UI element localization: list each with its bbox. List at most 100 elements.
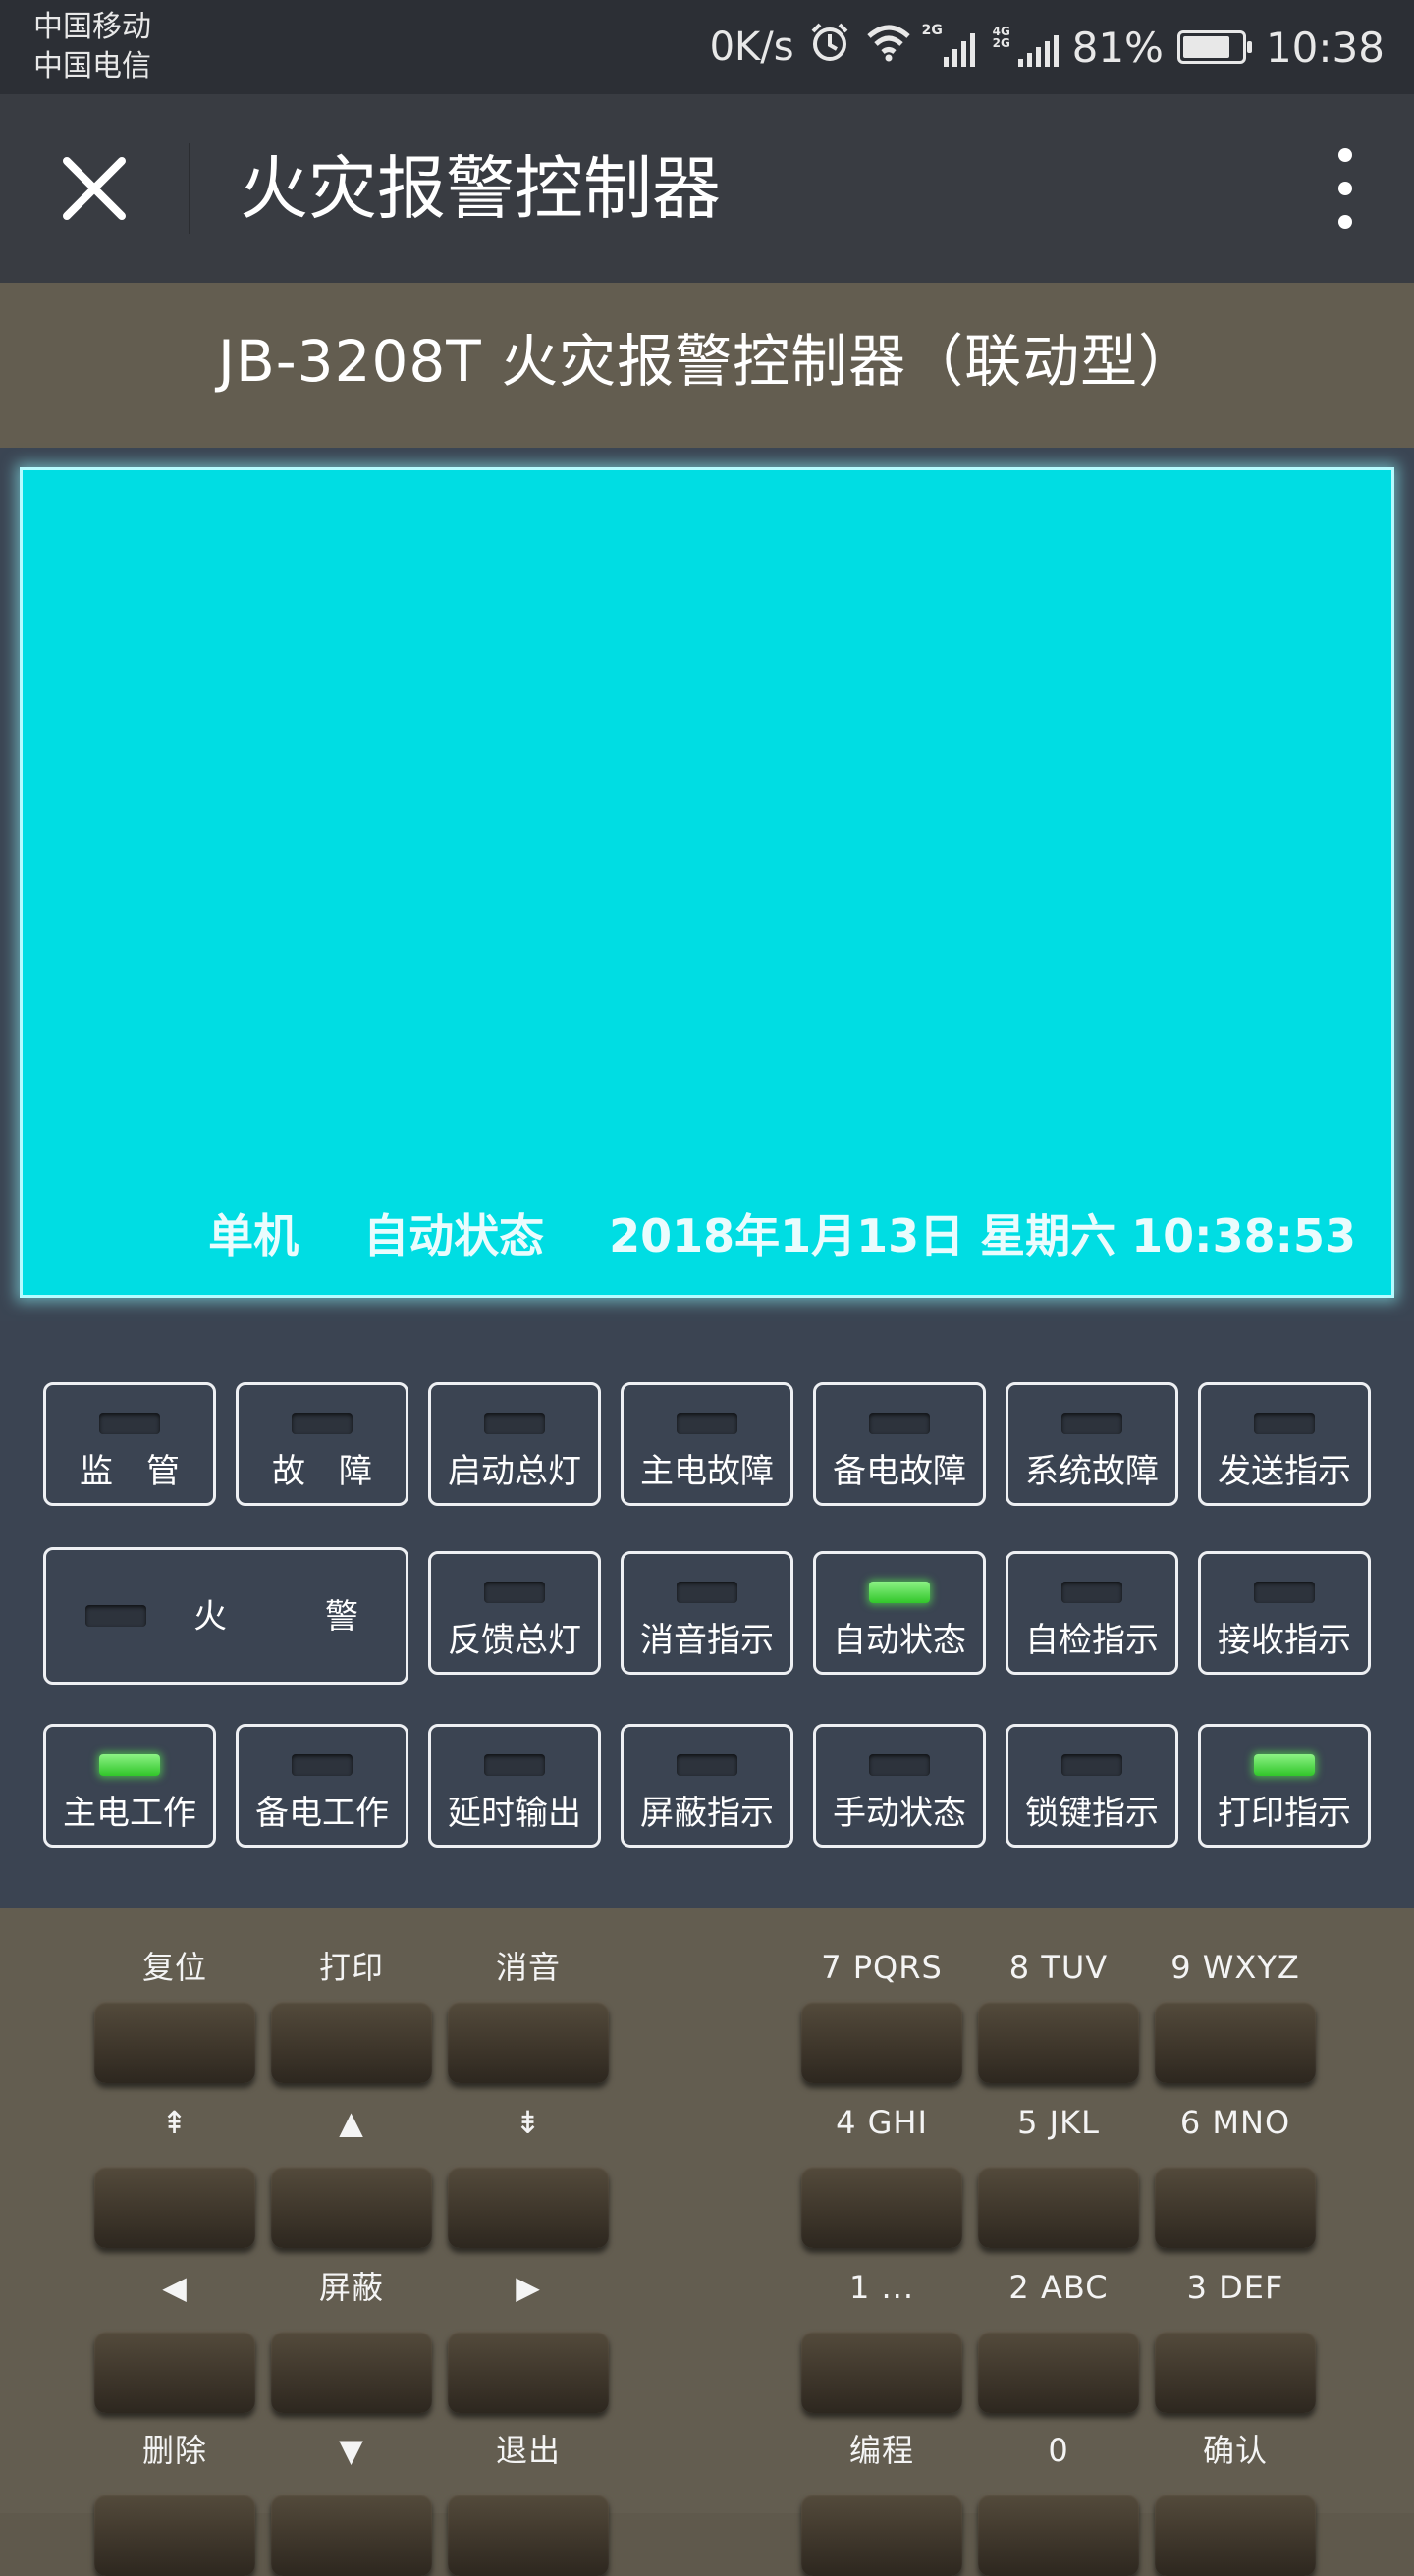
key-label: 1 ... (848, 2269, 915, 2306)
arrow-up-icon: ▲ (339, 2104, 364, 2141)
device-title: JB-3208T 火灾报警控制器（联动型） (217, 328, 1197, 395)
indicator-key-lock: 锁键指示 (1006, 1724, 1178, 1848)
indicator-backup-power-fault: 备电故障 (813, 1382, 986, 1506)
indicator-backup-power-on: 备电工作 (236, 1724, 408, 1848)
key-8[interactable] (978, 2001, 1139, 2083)
device-header: JB-3208T 火灾报警控制器（联动型） (0, 283, 1414, 448)
indicator-label: 延时输出 (448, 1794, 581, 1833)
reset-key[interactable] (94, 2001, 255, 2083)
indicator-label: 自检指示 (1025, 1621, 1159, 1660)
divider (189, 143, 190, 234)
indicator-shield: 屏蔽指示 (621, 1724, 793, 1848)
indicator-main-power-on: 主电工作 (43, 1724, 216, 1848)
indicator-label: 反馈总灯 (448, 1621, 581, 1660)
clock: 10:38 (1265, 23, 1385, 72)
led (869, 1582, 930, 1603)
led (1061, 1413, 1122, 1434)
exit-key[interactable] (448, 2494, 609, 2576)
lcd-mode: 单机 (208, 1209, 299, 1262)
indicator-label: 自动状态 (833, 1621, 966, 1660)
wifi-icon (865, 23, 912, 72)
led (677, 1754, 737, 1776)
indicator-auto-mode: 自动状态 (813, 1551, 986, 1675)
key-label: 4 GHI (836, 2104, 928, 2141)
lcd-datetime: 2018年1月13日 星期六 10:38:53 (609, 1209, 1356, 1262)
up-key[interactable] (271, 2166, 432, 2248)
lcd-frame: 单机 自动状态 2018年1月13日 星期六 10:38:53 (0, 448, 1414, 1321)
silence-key[interactable] (448, 2001, 609, 2083)
key-3[interactable] (1155, 2331, 1316, 2413)
indicator-fault: 故 障 (236, 1382, 408, 1506)
indicator-label: 备电工作 (255, 1794, 389, 1833)
key-label: 删除 (141, 2432, 207, 2469)
carrier-1: 中国移动 (33, 10, 151, 44)
program-key[interactable] (801, 2494, 962, 2576)
indicator-label: 打印指示 (1218, 1794, 1351, 1833)
net-speed: 0K/s (709, 25, 794, 70)
more-button[interactable] (1316, 139, 1375, 238)
indicator-receive: 接收指示 (1198, 1551, 1371, 1675)
app-bar: 火灾报警控制器 (0, 94, 1414, 283)
indicator-label: 备电故障 (833, 1452, 966, 1491)
shield-key[interactable] (271, 2331, 432, 2413)
indicator-label: 屏蔽指示 (640, 1794, 774, 1833)
led (99, 1413, 160, 1434)
right-key[interactable] (448, 2331, 609, 2413)
close-icon (63, 157, 126, 220)
led (484, 1582, 545, 1603)
signal-icon: 2G (922, 24, 975, 67)
key-9[interactable] (1155, 2001, 1316, 2083)
indicator-supervise: 监 管 (43, 1382, 216, 1506)
key-6[interactable] (1155, 2166, 1316, 2248)
page-up-key[interactable] (94, 2166, 255, 2248)
led (677, 1413, 737, 1434)
keypad: 复位 打印 消音 ⇞ ▲ ⇟ ◀ 屏蔽 ▶ 删除 ▼ 退出 7 PQRS 8 T… (0, 1908, 1414, 2576)
key-label: 3 DEF (1186, 2269, 1284, 2306)
key-0[interactable] (978, 2494, 1139, 2576)
led (869, 1413, 930, 1434)
indicator-delay-output: 延时输出 (428, 1724, 601, 1848)
page-up-icon: ⇞ (161, 2104, 189, 2141)
key-label: 2 ABC (1008, 2269, 1109, 2306)
indicator-label: 手动状态 (833, 1794, 966, 1833)
key-label: 5 JKL (1017, 2104, 1100, 2141)
left-key[interactable] (94, 2331, 255, 2413)
key-4[interactable] (801, 2166, 962, 2248)
led (1061, 1582, 1122, 1603)
carrier-2: 中国电信 (33, 49, 151, 83)
led (1254, 1413, 1315, 1434)
indicator-label: 接收指示 (1218, 1621, 1351, 1660)
print-key[interactable] (271, 2001, 432, 2083)
key-label: 8 TUV (1008, 1949, 1109, 1986)
page-down-icon: ⇟ (515, 2104, 542, 2141)
led (869, 1754, 930, 1776)
key-label: 7 PQRS (821, 1949, 943, 1986)
key-1[interactable] (801, 2331, 962, 2413)
delete-key[interactable] (94, 2494, 255, 2576)
more-vertical-icon (1338, 148, 1352, 229)
lcd-state: 自动状态 (363, 1209, 545, 1262)
confirm-key[interactable] (1155, 2494, 1316, 2576)
indicator-fire: 火警 (43, 1547, 408, 1685)
indicator-self-test: 自检指示 (1006, 1551, 1178, 1675)
led (1061, 1754, 1122, 1776)
page-down-key[interactable] (448, 2166, 609, 2248)
down-key[interactable] (271, 2494, 432, 2576)
key-7[interactable] (801, 2001, 962, 2083)
led (292, 1413, 353, 1434)
key-label: 0 (1048, 2432, 1069, 2469)
key-label: 编程 (848, 2432, 914, 2469)
key-2[interactable] (978, 2331, 1139, 2413)
indicator-label: 故 障 (272, 1452, 372, 1491)
led (99, 1754, 160, 1776)
key-5[interactable] (978, 2166, 1139, 2248)
indicator-label: 发送指示 (1218, 1452, 1351, 1491)
indicator-system-fault: 系统故障 (1006, 1382, 1178, 1506)
page-title: 火灾报警控制器 (240, 148, 721, 229)
lcd-screen: 单机 自动状态 2018年1月13日 星期六 10:38:53 (20, 467, 1394, 1298)
indicator-silence: 消音指示 (621, 1551, 793, 1675)
close-button[interactable] (39, 134, 149, 243)
alarm-icon (808, 21, 851, 74)
led (1254, 1754, 1315, 1776)
indicator-label: 系统故障 (1025, 1452, 1159, 1491)
